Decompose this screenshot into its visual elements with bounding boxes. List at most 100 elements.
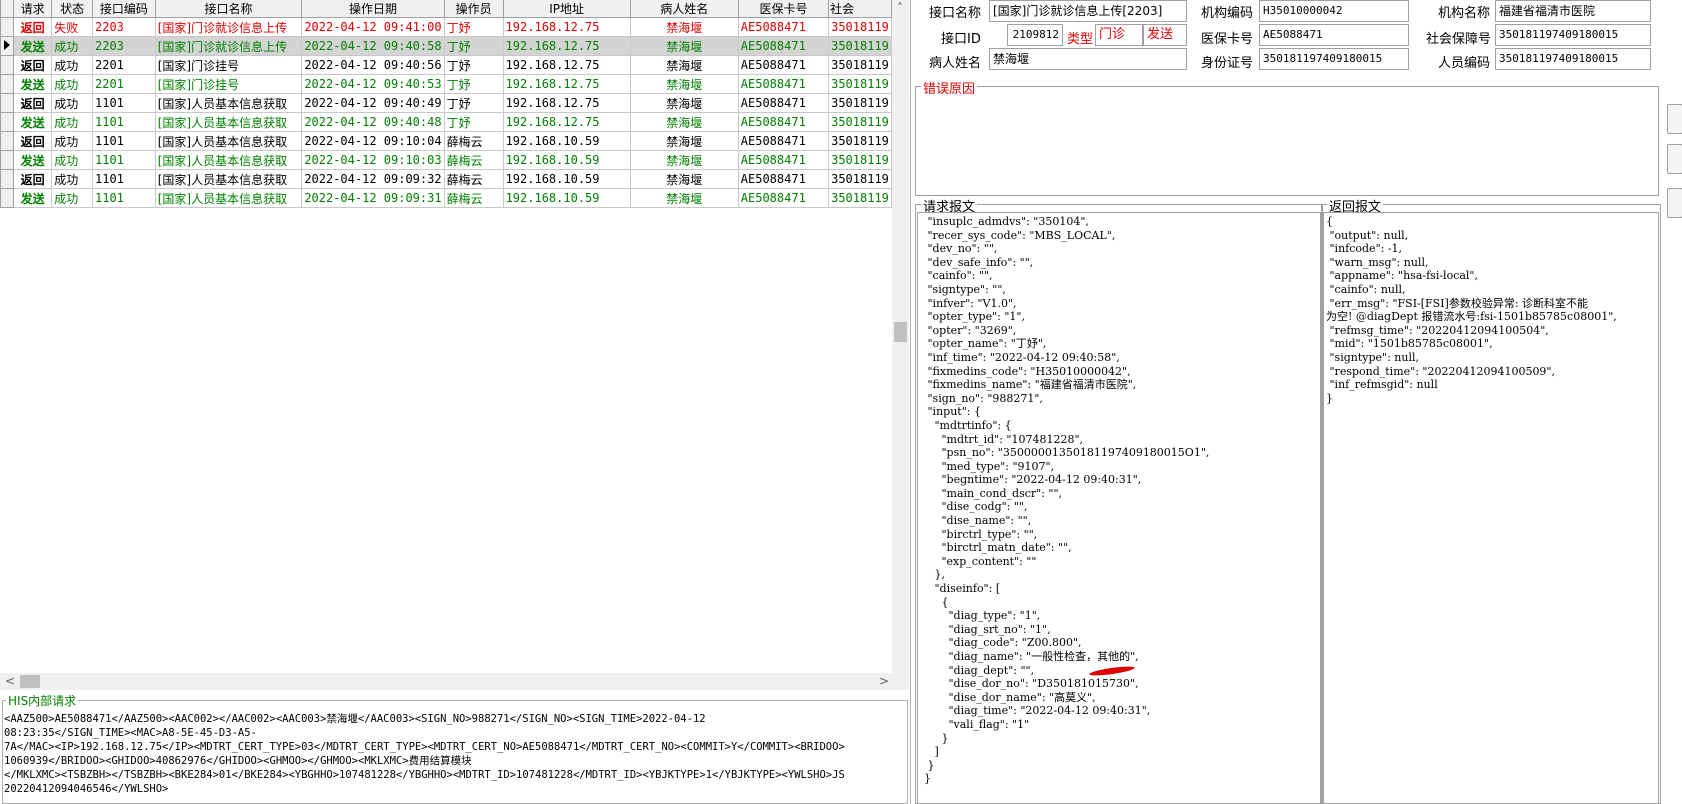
scroll-left-arrow-icon[interactable]: <	[2, 673, 18, 689]
row-ip: 192.168.12.75	[502, 55, 631, 75]
table-row[interactable]: 返回 成功 2201 [国家]门诊挂号 2022-04-12 09:40:56 丁妤 192…	[0, 55, 892, 75]
col-header-name[interactable]: 接口名称	[154, 0, 303, 18]
row-kind: 返回	[12, 93, 53, 113]
interface-id-field[interactable]: 2109812	[1007, 24, 1063, 46]
row-status: 成功	[51, 74, 93, 94]
table-row[interactable]: 发送 成功 2201 [国家]门诊挂号 2022-04-12 09:40:53 丁妤 192…	[0, 74, 892, 94]
col-header-ip[interactable]: IP地址	[502, 0, 631, 18]
row-operator: 薛梅云	[443, 131, 504, 151]
row-kind: 发送	[12, 74, 53, 94]
vertical-scroll-thumb[interactable]	[894, 322, 907, 342]
row-ip: 192.168.10.59	[502, 131, 631, 151]
table-row[interactable]: 返回 失败 2203 [国家]门诊就诊信息上传 2022-04-12 09:41:00 丁…	[0, 17, 892, 37]
row-indicator[interactable]	[0, 93, 14, 113]
row-operator: 丁妤	[443, 36, 504, 56]
row-code: 1101	[92, 169, 156, 189]
table-row[interactable]: 返回 成功 1101 [国家]人员基本信息获取 2022-04-12 09:09:32 薛…	[0, 169, 892, 189]
row-indicator[interactable]	[0, 188, 14, 208]
row-indicator[interactable]	[0, 169, 14, 189]
error-text[interactable]	[917, 94, 1657, 194]
grid-vertical-scrollbar-track[interactable]: ˄	[892, 0, 909, 690]
row-date: 2022-04-12 09:40:49	[301, 93, 445, 113]
table-row[interactable]: 返回 成功 1101 [国家]人员基本信息获取 2022-04-12 09:40:49 丁…	[0, 93, 892, 113]
direction-field[interactable]: 发送	[1143, 24, 1187, 46]
side-button-1[interactable]	[1667, 104, 1682, 134]
col-header-request[interactable]: 请求	[12, 0, 53, 18]
row-date: 2022-04-12 09:40:48	[301, 112, 445, 132]
row-operator: 薛梅云	[443, 169, 504, 189]
side-button-2[interactable]	[1667, 144, 1682, 174]
row-indicator[interactable]	[0, 150, 14, 170]
idcard-field[interactable]: 350181197409180015	[1259, 48, 1409, 70]
patient-field[interactable]: 禁海堰	[989, 48, 1187, 70]
interface-name-field[interactable]: [国家]门诊就诊信息上传[2203]	[989, 0, 1187, 22]
row-kind: 发送	[12, 36, 53, 56]
table-row[interactable]: 发送 成功 2203 [国家]门诊就诊信息上传 2022-04-12 09:40:58 丁…	[0, 36, 892, 56]
social-field[interactable]: 350181197409180015	[1495, 24, 1651, 46]
col-header-status[interactable]: 状态	[51, 0, 93, 18]
row-date: 2022-04-12 09:41:00	[301, 17, 445, 37]
col-header-code[interactable]: 接口编码	[92, 0, 156, 18]
col-header-patient[interactable]: 病人姓名	[629, 0, 739, 18]
card-field[interactable]: AE5088471	[1259, 24, 1409, 46]
social-label: 社会保障号	[1426, 32, 1492, 47]
scroll-up-arrow-icon[interactable]: ˄	[892, 0, 908, 16]
row-selected-indicator-icon[interactable]	[0, 36, 14, 56]
row-social: 35018119	[828, 55, 892, 75]
row-card: AE5088471	[737, 188, 830, 208]
col-header-social[interactable]: 社会	[828, 0, 892, 18]
row-card: AE5088471	[737, 74, 830, 94]
row-card: AE5088471	[737, 131, 830, 151]
col-header-date[interactable]: 操作日期	[301, 0, 445, 18]
row-patient: 禁海堰	[629, 36, 739, 56]
row-date: 2022-04-12 09:40:58	[301, 36, 445, 56]
row-indicator[interactable]	[0, 17, 14, 37]
row-card: AE5088471	[737, 150, 830, 170]
row-patient: 禁海堰	[629, 150, 739, 170]
row-social: 35018119	[828, 74, 892, 94]
row-status: 失败	[51, 17, 93, 37]
row-code: 2203	[92, 17, 156, 37]
idcard-label: 身份证号	[1201, 56, 1254, 71]
row-indicator[interactable]	[0, 131, 14, 151]
row-card: AE5088471	[737, 17, 830, 37]
staff-field[interactable]: 350181197409180015	[1495, 48, 1651, 70]
table-row[interactable]: 返回 成功 1101 [国家]人员基本信息获取 2022-04-12 09:10:04 薛…	[0, 131, 892, 151]
col-header-operator[interactable]: 操作员	[443, 0, 504, 18]
row-social: 35018119	[828, 131, 892, 151]
row-card: AE5088471	[737, 112, 830, 132]
type-field[interactable]: 门诊	[1095, 24, 1143, 46]
row-date: 2022-04-12 09:10:03	[301, 150, 445, 170]
row-kind: 发送	[12, 150, 53, 170]
row-operator: 薛梅云	[443, 150, 504, 170]
request-message-box[interactable]: "insuplc_admdvs": "350104", "recer_sys_c…	[917, 212, 1321, 804]
row-indicator[interactable]	[0, 55, 14, 75]
row-kind: 返回	[12, 131, 53, 151]
row-operator: 丁妤	[443, 17, 504, 37]
org-name-field[interactable]: 福建省福清市医院	[1495, 0, 1651, 22]
row-indicator[interactable]	[0, 112, 14, 132]
org-code-field[interactable]: H35010000042	[1259, 0, 1409, 22]
his-request-title: HIS内部请求	[6, 692, 79, 709]
side-button-3[interactable]	[1667, 188, 1682, 218]
row-patient: 禁海堰	[629, 188, 739, 208]
row-interface-name: [国家]门诊就诊信息上传	[154, 36, 303, 56]
log-grid-panel: 请求 状态 接口编码 接口名称 操作日期 操作员 IP地址 病人姓名 医保卡号 …	[0, 0, 892, 690]
table-row[interactable]: 发送 成功 1101 [国家]人员基本信息获取 2022-04-12 09:10:03 薛…	[0, 150, 892, 170]
grid-horizontal-scrollbar[interactable]: < >	[0, 673, 892, 690]
table-row[interactable]: 发送 成功 1101 [国家]人员基本信息获取 2022-04-12 09:40:48 丁…	[0, 112, 892, 132]
row-code: 2203	[92, 36, 156, 56]
response-message-box[interactable]: { "output": null, "infcode": -1, "warn_m…	[1323, 212, 1659, 804]
row-patient: 禁海堰	[629, 55, 739, 75]
horizontal-scroll-thumb[interactable]	[20, 675, 40, 688]
row-social: 35018119	[828, 150, 892, 170]
table-row[interactable]: 发送 成功 1101 [国家]人员基本信息获取 2022-04-12 09:09:31 薛…	[0, 188, 892, 208]
grid-body: 返回 失败 2203 [国家]门诊就诊信息上传 2022-04-12 09:41:00 丁…	[0, 17, 892, 208]
row-operator: 丁妤	[443, 93, 504, 113]
his-request-text[interactable]: <AAZ500>AE5088471</AAZ500><AAC002></AAC0…	[4, 712, 904, 796]
col-header-card[interactable]: 医保卡号	[737, 0, 830, 18]
row-indicator[interactable]	[0, 74, 14, 94]
scroll-right-arrow-icon[interactable]: >	[876, 673, 892, 689]
org-name-label: 机构名称	[1438, 6, 1491, 21]
row-ip: 192.168.12.75	[502, 74, 631, 94]
